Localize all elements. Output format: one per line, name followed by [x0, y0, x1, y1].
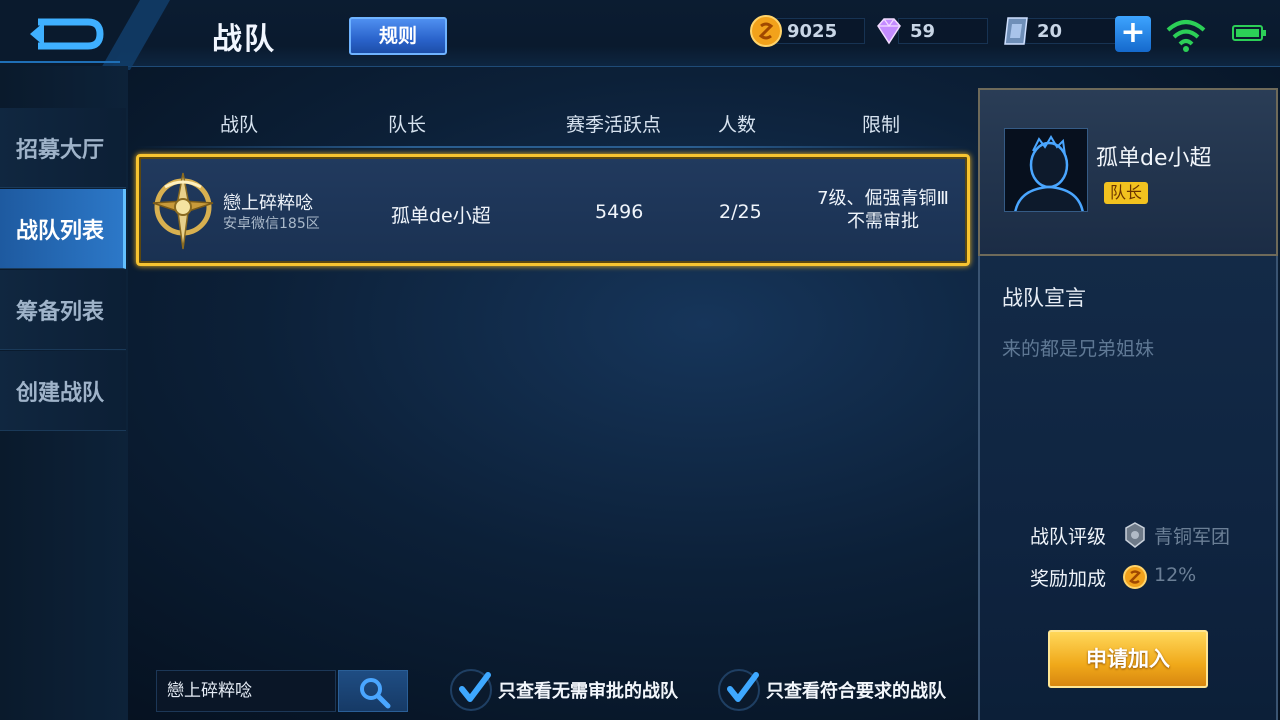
filter-eligible-label: 只查看符合要求的战队 — [766, 681, 946, 702]
gold-coin-icon — [750, 15, 782, 47]
captain-name: 孤单de小超 — [1096, 146, 1212, 171]
sidebar-item-label: 招募大厅 — [16, 137, 105, 163]
team-server: 安卓微信185区 — [223, 216, 320, 232]
team-emblem-icon — [152, 172, 214, 250]
filter-no-approval[interactable]: 只查看无需审批的战队 — [450, 668, 678, 712]
top-bar: 战队 规则 9025 59 20 + — [0, 0, 1280, 70]
back-arrow-icon[interactable] — [0, 0, 170, 70]
checkmark-icon — [459, 672, 491, 702]
rating-label: 战队评级 — [1030, 526, 1107, 548]
sidebar-item-recruit-hall[interactable]: 招募大厅 — [0, 108, 126, 188]
rules-button[interactable]: 规则 — [349, 17, 447, 55]
diamond-value: 59 — [910, 20, 936, 42]
declaration-title: 战队宣言 — [1002, 286, 1086, 310]
team-members: 2/25 — [719, 201, 762, 223]
team-limit-level: 7级、倔强青铜Ⅲ — [817, 188, 949, 209]
battery-icon — [1232, 25, 1266, 41]
filter-no-approval-label: 只查看无需审批的战队 — [498, 681, 678, 702]
filter-eligible-checkbox[interactable] — [718, 669, 760, 711]
sidebar-item-label: 筹备列表 — [16, 299, 105, 325]
team-detail-panel: 孤单de小超 队长 战队宣言 来的都是兄弟姐妹 战队评级 青铜军团 奖励加成 1… — [978, 88, 1278, 720]
wifi-icon — [1166, 20, 1206, 52]
filter-no-approval-checkbox[interactable] — [450, 669, 492, 711]
column-header-members: 人数 — [718, 114, 757, 136]
checkmark-icon — [727, 672, 759, 702]
player-silhouette-icon — [1005, 129, 1087, 211]
gold-coin-icon — [1123, 565, 1147, 589]
search-input[interactable]: 戀上碎粹唸 — [156, 670, 336, 712]
header-divider — [134, 146, 970, 148]
search-icon — [360, 678, 391, 709]
add-currency-button[interactable]: + — [1115, 16, 1151, 52]
captain-badge: 队长 — [1104, 182, 1149, 204]
column-header-team: 战队 — [220, 114, 259, 136]
team-name: 戀上碎粹唸 — [223, 193, 313, 214]
rating-value: 青铜军团 — [1154, 526, 1231, 548]
voucher-counter: 20 — [999, 17, 1135, 45]
diamond-icon — [877, 18, 901, 45]
page-title: 战队 — [212, 22, 276, 57]
gold-coin-counter: 9025 — [749, 15, 865, 47]
avatar — [1004, 128, 1088, 212]
sidebar-item-preparing-list[interactable]: 筹备列表 — [0, 270, 126, 350]
column-header-limit: 限制 — [862, 114, 901, 136]
declaration-text: 来的都是兄弟姐妹 — [1002, 338, 1155, 360]
team-captain: 孤单de小超 — [391, 205, 491, 227]
table-row[interactable]: 戀上碎粹唸 安卓微信185区 孤单de小超 5496 2/25 7级、倔强青铜Ⅲ… — [136, 154, 970, 266]
bronze-rank-icon — [1125, 522, 1145, 548]
bonus-value: 12% — [1154, 564, 1197, 586]
diamond-counter: 59 — [872, 18, 988, 45]
column-header-activity: 赛季活跃点 — [566, 114, 662, 136]
filter-eligible[interactable]: 只查看符合要求的战队 — [718, 668, 946, 712]
bonus-label: 奖励加成 — [1030, 568, 1107, 590]
team-activity: 5496 — [595, 201, 644, 223]
team-limit: 7级、倔强青铜Ⅲ 不需审批 — [803, 187, 963, 233]
sidebar-item-team-list[interactable]: 战队列表 — [0, 189, 126, 269]
column-header-captain: 队长 — [388, 114, 427, 136]
voucher-value: 20 — [1037, 20, 1063, 42]
voucher-icon — [1004, 17, 1028, 45]
gold-coin-value: 9025 — [787, 20, 838, 42]
sidebar-item-label: 战队列表 — [16, 218, 105, 244]
search-button[interactable] — [338, 670, 408, 712]
apply-join-button[interactable]: 申请加入 — [1048, 630, 1208, 688]
captain-card: 孤单de小超 队长 — [978, 88, 1278, 256]
sidebar-item-create-team[interactable]: 创建战队 — [0, 351, 126, 431]
team-limit-approval: 不需审批 — [847, 211, 919, 232]
sidebar-item-label: 创建战队 — [16, 380, 105, 406]
